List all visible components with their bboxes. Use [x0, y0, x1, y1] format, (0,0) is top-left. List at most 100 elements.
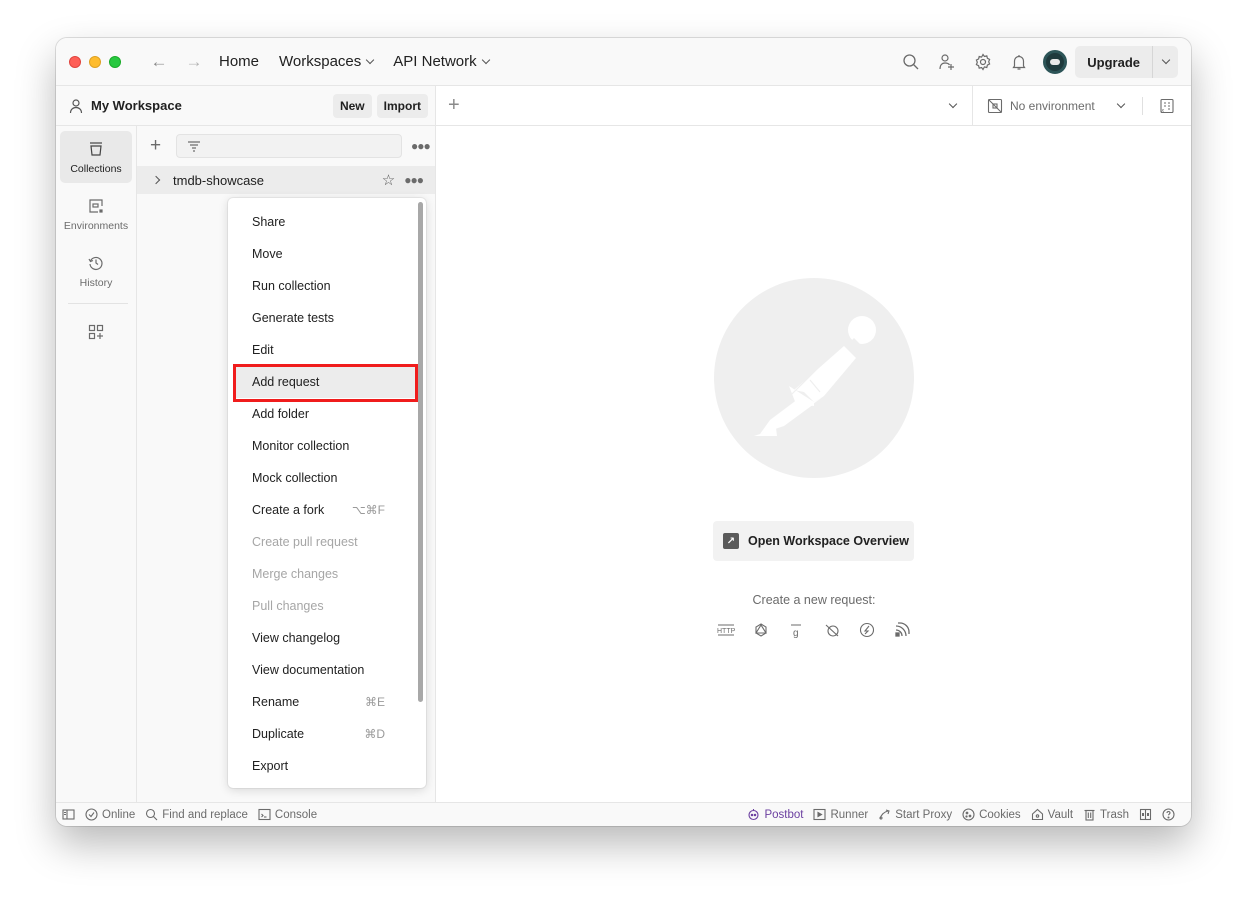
- runner-icon: [813, 808, 827, 821]
- vault-label: Vault: [1047, 808, 1074, 821]
- back-arrow-icon[interactable]: ←: [149, 52, 169, 72]
- collections-search-input[interactable]: [176, 134, 402, 158]
- grpc-icon[interactable]: g: [786, 620, 806, 640]
- runner-button[interactable]: Runner: [813, 808, 868, 821]
- maximize-window-button[interactable]: [109, 55, 121, 68]
- sidebar-item-history[interactable]: History: [60, 245, 132, 297]
- two-pane-view-button[interactable]: [1139, 808, 1152, 821]
- more-options-icon[interactable]: ●●●: [411, 139, 431, 153]
- add-collection-plus-icon[interactable]: +: [150, 135, 166, 157]
- menu-item-move[interactable]: Move: [233, 238, 417, 270]
- new-button[interactable]: New: [332, 93, 372, 118]
- status-bar: Online Find and replace Console Postbot …: [56, 802, 1191, 826]
- chevron-down-icon: [1161, 55, 1170, 65]
- no-environment-icon: [987, 98, 1003, 113]
- menu-item-label: Mock collection: [252, 471, 338, 485]
- find-and-replace-button[interactable]: Find and replace: [145, 808, 248, 821]
- socketio-icon[interactable]: [857, 620, 877, 640]
- nav-api-network[interactable]: API Network: [393, 53, 490, 70]
- menu-item-label: Monitor collection: [252, 439, 350, 453]
- collections-toolbar: + ●●●: [137, 126, 435, 166]
- trash-button[interactable]: Trash: [1083, 808, 1129, 821]
- settings-icon[interactable]: [965, 44, 1001, 80]
- collections-icon: [90, 141, 102, 156]
- menu-item-add-request[interactable]: Add request: [233, 366, 417, 398]
- menu-item-merge-changes: Merge changes: [233, 558, 417, 590]
- upgrade-button[interactable]: Upgrade: [1075, 46, 1152, 78]
- postbot-icon: [748, 809, 760, 821]
- tabs-overflow-chevron-icon[interactable]: [948, 99, 958, 108]
- menu-scrollbar[interactable]: [418, 202, 423, 702]
- environment-quick-look-icon[interactable]: x: [1143, 98, 1191, 114]
- menu-item-rename[interactable]: Rename ⌘E: [233, 686, 417, 718]
- menu-item-export[interactable]: Export: [233, 750, 417, 782]
- environment-selector[interactable]: No environment: [972, 85, 1142, 126]
- chevron-right-icon[interactable]: [151, 175, 161, 185]
- workspace-header: My Workspace New Import: [56, 86, 436, 126]
- configure-sidebar-button[interactable]: [60, 314, 132, 350]
- console-icon: [258, 808, 271, 821]
- forward-arrow-icon[interactable]: →: [184, 52, 204, 72]
- menu-item-label: View documentation: [252, 663, 365, 677]
- sidebar-item-label: Collections: [70, 162, 122, 175]
- import-button[interactable]: Import: [376, 93, 428, 118]
- chevron-down-icon: [1116, 99, 1126, 108]
- menu-item-label: Merge changes: [252, 567, 339, 581]
- menu-item-add-folder[interactable]: Add folder: [233, 398, 417, 430]
- minimize-window-button[interactable]: [89, 55, 101, 68]
- workspace-user-icon: [69, 98, 83, 113]
- menu-item-view-changelog[interactable]: View changelog: [233, 622, 417, 654]
- mqtt-icon[interactable]: [892, 620, 912, 640]
- workspace-title[interactable]: My Workspace: [91, 98, 182, 113]
- user-avatar[interactable]: [1043, 50, 1068, 74]
- collection-item[interactable]: tmdb-showcase ☆ ●●●: [137, 166, 435, 194]
- environment-label: No environment: [1010, 98, 1095, 113]
- menu-item-label: Add folder: [252, 407, 309, 421]
- collection-more-options-icon[interactable]: ●●●: [404, 173, 424, 187]
- external-link-icon: ↗: [723, 533, 739, 549]
- menu-item-monitor-collection[interactable]: Monitor collection: [233, 430, 417, 462]
- online-status[interactable]: Online: [85, 808, 135, 821]
- vault-button[interactable]: Vault: [1031, 808, 1073, 821]
- invite-user-icon[interactable]: [929, 44, 965, 80]
- tabs-bar: + No environment x: [436, 85, 1191, 126]
- star-icon[interactable]: ☆: [382, 171, 395, 189]
- upgrade-dropdown-button[interactable]: [1152, 46, 1178, 78]
- close-window-button[interactable]: [69, 55, 81, 68]
- menu-item-label: Duplicate: [252, 727, 305, 741]
- postbot-button[interactable]: Postbot: [747, 808, 803, 821]
- menu-item-share[interactable]: Share: [233, 206, 417, 238]
- graphql-icon[interactable]: [751, 620, 771, 640]
- menu-item-mock-collection[interactable]: Mock collection: [233, 462, 417, 494]
- menu-item-run-collection[interactable]: Run collection: [233, 270, 417, 302]
- http-icon[interactable]: HTTP: [716, 620, 736, 640]
- menu-item-view-documentation[interactable]: View documentation: [233, 654, 417, 686]
- start-proxy-button[interactable]: Start Proxy: [878, 808, 952, 821]
- vault-icon: [1031, 808, 1043, 821]
- request-type-icons: HTTP g: [714, 620, 914, 640]
- menu-item-edit[interactable]: Edit: [233, 334, 417, 366]
- cookies-button[interactable]: Cookies: [962, 808, 1021, 821]
- help-button[interactable]: [1162, 808, 1175, 821]
- menu-item-create-fork[interactable]: Create a fork ⌥⌘F: [233, 494, 417, 526]
- sidebar-item-collections[interactable]: Collections: [60, 131, 132, 183]
- toggle-sidebar-button[interactable]: [62, 808, 75, 821]
- top-nav: Home Workspaces API Network: [219, 53, 490, 70]
- menu-item-pull-changes: Pull changes: [233, 590, 417, 622]
- svg-text:x: x: [1161, 108, 1165, 114]
- new-tab-plus-icon[interactable]: +: [448, 94, 460, 117]
- menu-item-duplicate[interactable]: Duplicate ⌘D: [233, 718, 417, 750]
- nav-home[interactable]: Home: [219, 53, 259, 70]
- open-workspace-overview-button[interactable]: ↗ Open Workspace Overview: [713, 521, 914, 561]
- sidebar-item-environments[interactable]: Environments: [60, 188, 132, 240]
- svg-text:g: g: [793, 628, 799, 638]
- shortcut-hint: ⌥⌘F: [351, 503, 385, 517]
- websocket-icon[interactable]: [822, 620, 842, 640]
- menu-item-generate-tests[interactable]: Generate tests: [233, 302, 417, 334]
- search-icon[interactable]: [893, 44, 929, 80]
- nav-workspaces[interactable]: Workspaces: [279, 53, 375, 70]
- runner-label: Runner: [830, 808, 869, 821]
- console-button[interactable]: Console: [258, 808, 317, 821]
- notifications-icon[interactable]: [1001, 44, 1037, 80]
- menu-item-label: Generate tests: [252, 311, 334, 325]
